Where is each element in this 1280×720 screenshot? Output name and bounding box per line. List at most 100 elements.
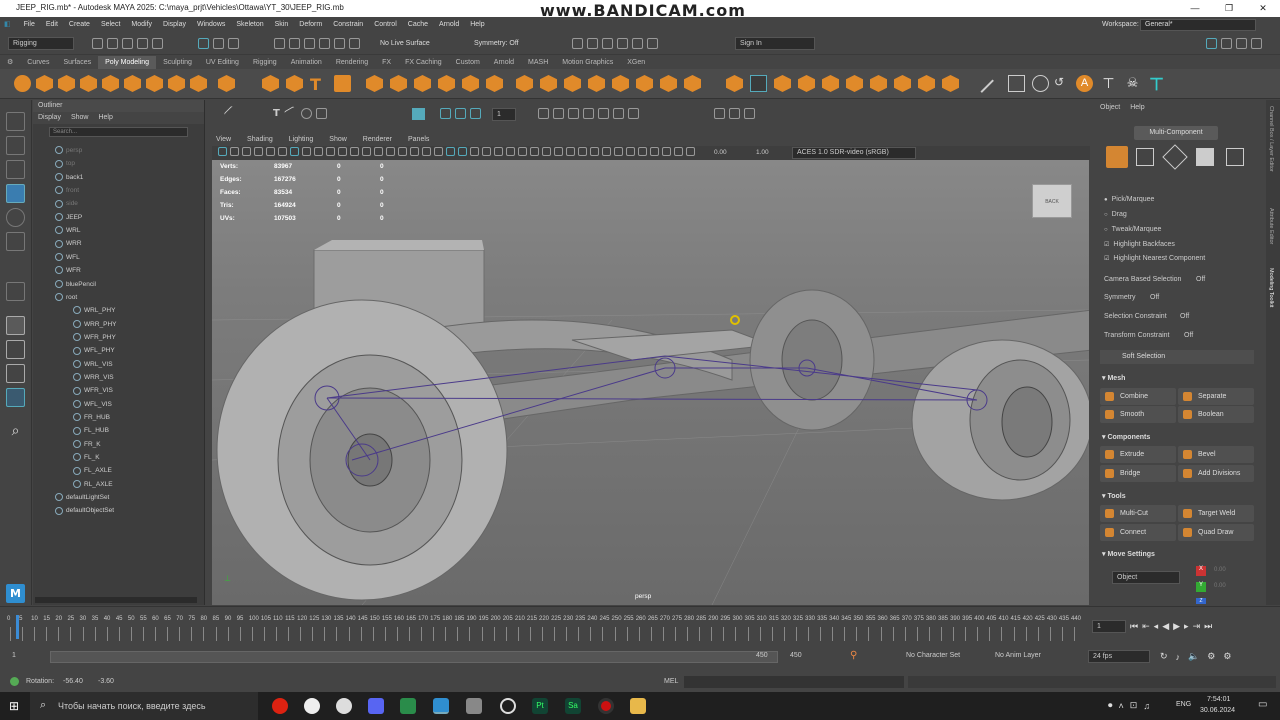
viewport-menu-view[interactable]: View: [216, 136, 231, 143]
bevel-button[interactable]: Bevel: [1178, 446, 1254, 463]
shelf-tab-poly-modeling[interactable]: Poly Modeling: [98, 56, 157, 69]
outliner-item[interactable]: WRR_VIS: [73, 371, 114, 384]
object-mode-icon[interactable]: [1106, 146, 1128, 168]
outliner-item[interactable]: defaultObjectSet: [55, 504, 114, 517]
four-pane-icon[interactable]: [6, 340, 25, 359]
open-scene-icon[interactable]: [107, 38, 118, 49]
outliner-item[interactable]: front: [55, 184, 79, 197]
move-tool-icon[interactable]: [6, 184, 25, 203]
outliner-item[interactable]: top: [55, 157, 75, 170]
multicut-shelf-icon[interactable]: [726, 75, 743, 92]
maximize-button[interactable]: ❐: [1212, 0, 1246, 17]
outliner-item[interactable]: WRR: [55, 237, 82, 250]
selection-constraint-value[interactable]: Off: [1180, 313, 1189, 320]
viewport-tool-icon[interactable]: [253, 147, 263, 156]
collapse-shelf-icon[interactable]: [894, 75, 911, 92]
frame-field[interactable]: 1: [492, 108, 516, 121]
side-tab-toolkit[interactable]: Modeling Toolkit: [1268, 268, 1274, 307]
outliner-item[interactable]: WFL: [55, 251, 80, 264]
poke-shelf-icon[interactable]: [684, 75, 701, 92]
vertex-mode-icon[interactable]: [1136, 148, 1154, 166]
save-scene-icon[interactable]: [122, 38, 133, 49]
skull-shelf-icon[interactable]: ☠: [1124, 75, 1141, 92]
poly-cylinder-icon[interactable]: [58, 75, 75, 92]
connect-button[interactable]: Connect: [1100, 524, 1176, 541]
toggle-channel-icon[interactable]: [1251, 38, 1262, 49]
connect-shelf-icon[interactable]: [774, 75, 791, 92]
symmetry-label-mtk[interactable]: Symmetry: [1104, 294, 1136, 301]
uv-mode-icon[interactable]: [1226, 148, 1244, 166]
poly-plane-icon[interactable]: [124, 75, 141, 92]
soft-selection-header[interactable]: Soft Selection: [1100, 350, 1254, 364]
viewport-tool-icon[interactable]: [349, 147, 359, 156]
bridge-shelf-icon[interactable]: [540, 75, 557, 92]
mirror-shelf-icon[interactable]: [516, 75, 533, 92]
rotate-tool-icon[interactable]: [6, 208, 25, 227]
character-set-select[interactable]: No Character Set: [906, 652, 960, 659]
menu-skin[interactable]: Skin: [275, 17, 289, 33]
outliner-item[interactable]: WRL_VIS: [73, 358, 113, 371]
range-bar[interactable]: [50, 651, 778, 663]
workspace-select[interactable]: General*: [1140, 19, 1256, 31]
opera-icon[interactable]: [272, 698, 288, 714]
viewport-tool-icon[interactable]: [673, 147, 683, 156]
menu-arnold[interactable]: Arnold: [439, 17, 459, 33]
viewport-tool-icon[interactable]: [397, 147, 407, 156]
sound-icon[interactable]: ♪: [1176, 652, 1181, 662]
shelf-tab-uv-editing[interactable]: UV Editing: [199, 56, 246, 69]
render-view-icon[interactable]: [647, 38, 658, 49]
shelf-tab-xgen[interactable]: XGen: [620, 56, 652, 69]
combine-button[interactable]: Combine: [1100, 388, 1176, 405]
ipr-render-icon[interactable]: [587, 38, 598, 49]
windows-start-icon[interactable]: ⊞: [9, 699, 19, 713]
menuset-select[interactable]: Rigging: [8, 37, 74, 50]
poly-helix-icon[interactable]: [286, 75, 303, 92]
outliner-layout-icon[interactable]: [6, 388, 25, 407]
viewport-tool-icon[interactable]: [481, 147, 491, 156]
viewport-tool-icon[interactable]: [361, 147, 371, 156]
shelf-settings-icon[interactable]: ⚙: [0, 56, 20, 69]
outliner-item[interactable]: persp: [55, 144, 82, 157]
viewport-tool-icon[interactable]: [433, 147, 443, 156]
app-icon[interactable]: [466, 698, 482, 714]
mel-label[interactable]: MEL: [664, 678, 678, 685]
outliner-item[interactable]: side: [55, 197, 78, 210]
tray-up-icon[interactable]: ˄: [1119, 701, 1124, 711]
new-scene-icon[interactable]: [92, 38, 103, 49]
viewport-tool-icon[interactable]: [493, 147, 503, 156]
outliner-item[interactable]: WRL: [55, 224, 80, 237]
y-value[interactable]: 0.00: [1214, 583, 1226, 589]
snap-vertex-icon[interactable]: [349, 38, 360, 49]
poly-pipe-icon[interactable]: [190, 75, 207, 92]
viewport-menu-shading[interactable]: Shading: [247, 136, 273, 143]
menu-control[interactable]: Control: [374, 17, 397, 33]
toggle-panel-icon[interactable]: [1206, 38, 1217, 49]
camera-based-value[interactable]: Off: [1196, 276, 1205, 283]
menu-select[interactable]: Select: [101, 17, 120, 33]
menu-help[interactable]: Help: [470, 17, 484, 33]
viewport-tool-icon[interactable]: [589, 147, 599, 156]
layer-b-icon[interactable]: [455, 108, 466, 119]
outliner-item[interactable]: root: [55, 291, 77, 304]
settings-icon[interactable]: ⚙: [1223, 651, 1231, 662]
viewport-tool-icon[interactable]: [625, 147, 635, 156]
boolean-button[interactable]: Boolean: [1178, 406, 1254, 423]
auto-key-icon[interactable]: ⚲: [850, 650, 857, 661]
edge-mode-icon[interactable]: [1162, 144, 1188, 170]
folder-icon[interactable]: [630, 698, 646, 714]
menu-cache[interactable]: Cache: [408, 17, 428, 33]
outliner-item[interactable]: WRR_PHY: [73, 318, 117, 331]
viewport-tool-icon[interactable]: [649, 147, 659, 156]
ruler-shelf-icon[interactable]: [1008, 75, 1025, 92]
toolkit-menu-object[interactable]: Object: [1100, 104, 1120, 111]
shelf-tab-arnold[interactable]: Arnold: [487, 56, 521, 69]
prev-key-icon[interactable]: [714, 108, 725, 119]
outliner-item[interactable]: WFR: [55, 264, 81, 277]
viewport-tool-icon[interactable]: [577, 147, 587, 156]
viewport-menu-renderer[interactable]: Renderer: [363, 136, 392, 143]
flip-shelf-icon[interactable]: [846, 75, 863, 92]
step-back-key-icon[interactable]: ⇤: [1142, 621, 1150, 632]
symmetry-value[interactable]: Off: [1150, 294, 1159, 301]
viewport-tool-icon[interactable]: [553, 147, 563, 156]
shelf-tab-fx[interactable]: FX: [375, 56, 398, 69]
